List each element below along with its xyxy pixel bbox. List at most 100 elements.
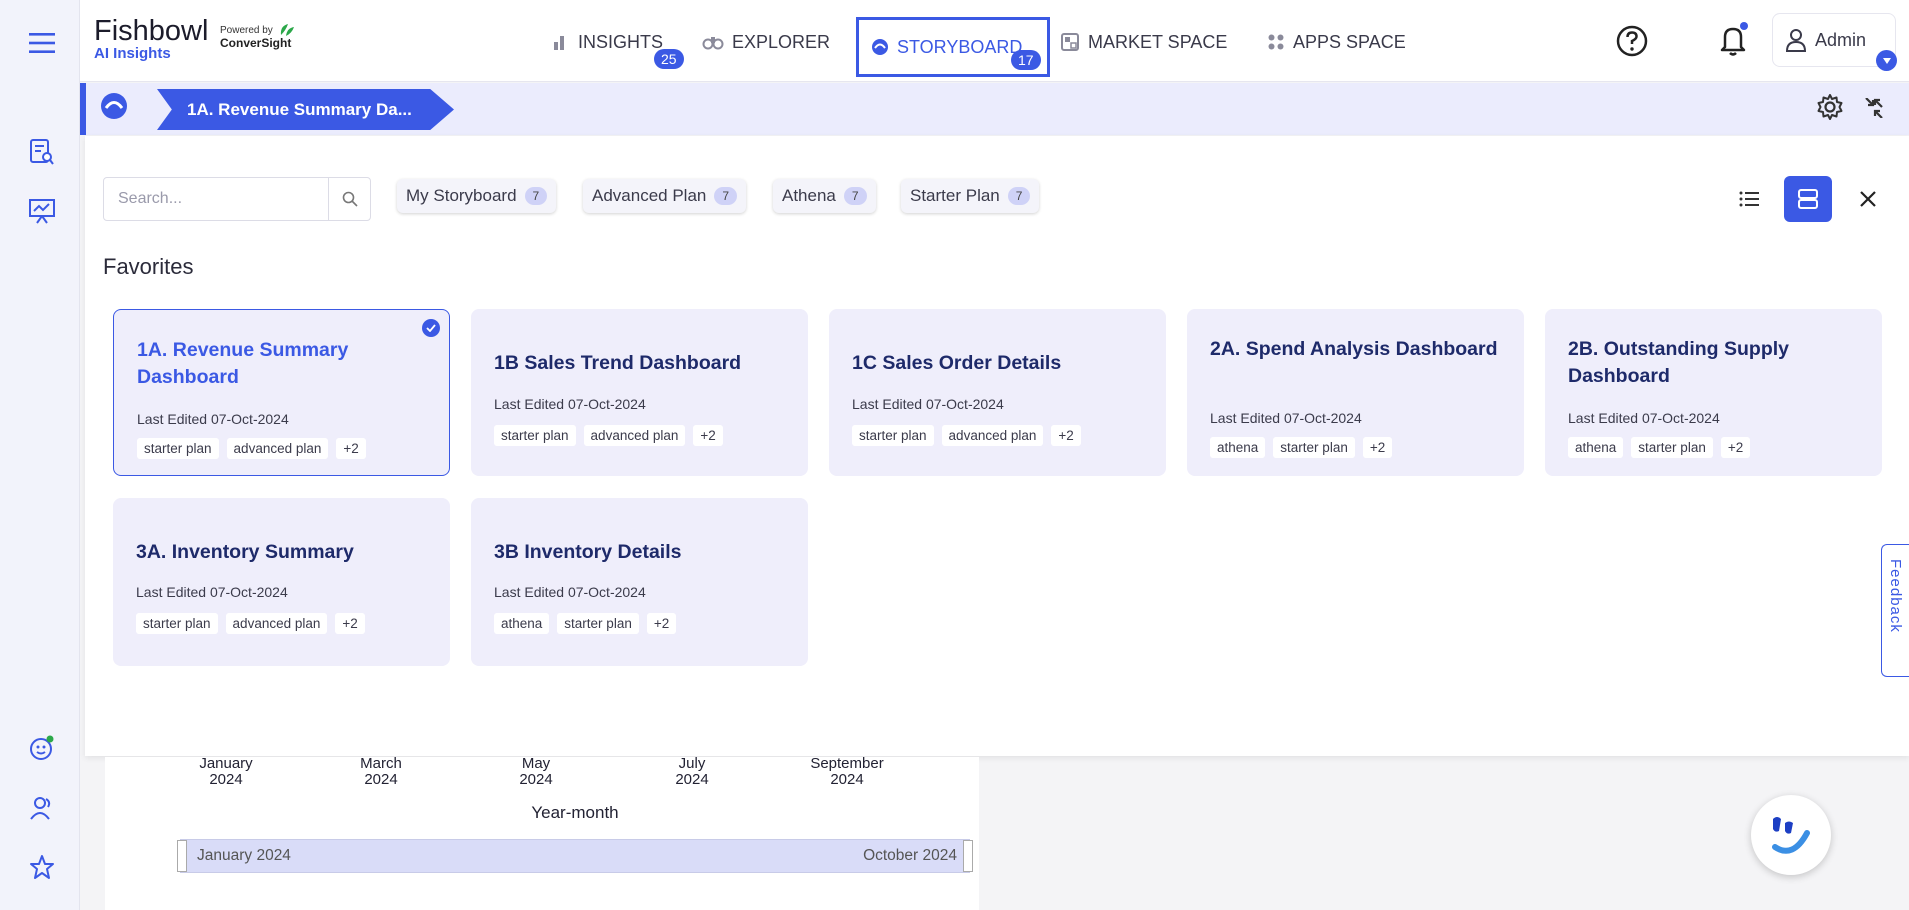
card-tags: athena starter plan +2 [1210,437,1393,458]
help-icon[interactable] [1615,24,1649,63]
card-last-edited: Last Edited 07-Oct-2024 [852,396,1004,412]
brand-name: Fishbowl [94,15,209,47]
nav-apps-label: APPS SPACE [1293,31,1406,52]
card-title: 1A. Revenue Summary Dashboard [137,339,349,388]
market-icon [1061,33,1079,51]
tag: starter plan [494,425,576,446]
storyboard-card[interactable]: 2A. Spend Analysis Dashboard Last Edited… [1187,309,1524,476]
tag: athena [494,613,550,634]
x-tick-label: July 2024 [675,755,709,788]
card-tags: starter plan advanced plan +2 [494,425,723,446]
grid-view-button[interactable] [1784,176,1832,222]
nav-apps-space[interactable]: APPS SPACE [1267,19,1406,65]
assistant-face-icon [1772,817,1810,854]
storyboard-card[interactable]: 1A. Revenue Summary Dashboard Last Edite… [113,309,450,476]
user-icon [1785,29,1807,52]
chip-label: Advanced Plan [592,186,707,205]
nav-explorer[interactable]: EXPLORER [702,19,830,65]
x-tick-label: March 2024 [360,755,402,788]
apps-grid-icon [1268,34,1284,50]
storyboard-card[interactable]: 1B Sales Trend Dashboard Last Edited 07-… [471,309,808,476]
hamburger-menu-icon[interactable] [26,27,58,59]
storyboard-badge-icon [100,92,128,125]
chip-label: My Storyboard [406,186,517,205]
search-button[interactable] [328,178,370,220]
filter-chip-athena[interactable]: Athena 7 [773,179,876,213]
tag-more[interactable]: +2 [335,613,365,634]
slider-handle-end[interactable] [963,840,973,872]
list-view-button[interactable] [1726,176,1774,222]
storyboard-card[interactable]: 1C Sales Order Details Last Edited 07-Oc… [829,309,1166,476]
tag-more[interactable]: +2 [1362,437,1393,458]
tag: athena [1568,437,1624,458]
powered-by: Powered by ConverSight [220,24,294,49]
card-last-edited: Last Edited 07-Oct-2024 [1568,410,1720,426]
chip-label: Starter Plan [910,186,1000,205]
close-button[interactable] [1844,176,1892,222]
card-title: 1C Sales Order Details [852,352,1062,374]
nav-market-space[interactable]: MARKET SPACE [1060,19,1227,65]
tag: starter plan [557,613,639,634]
collapse-icon[interactable] [1864,97,1884,123]
settings-gear-icon[interactable] [1815,92,1845,127]
filter-chip-starter-plan[interactable]: Starter Plan 7 [901,179,1040,213]
x-tick-label: May 2024 [519,755,553,788]
chip-count: 7 [843,187,867,205]
chip-count: 7 [1007,187,1031,205]
date-range-slider[interactable]: January 2024 October 2024 [177,839,973,873]
presentation-chart-icon[interactable] [26,195,58,227]
chip-count: 7 [524,187,548,205]
selected-check-icon [422,319,440,337]
tag: advanced plan [583,425,686,446]
conversight-logo-icon [280,24,294,36]
card-last-edited: Last Edited 07-Oct-2024 [137,411,289,427]
chip-label: Athena [782,186,836,205]
tag-more[interactable]: +2 [1720,437,1751,458]
tag: starter plan [852,425,934,446]
app-logo[interactable]: Fishbowl AI Insights [94,16,208,62]
storyboard-card[interactable]: 2B. Outstanding Supply Dashboard Last Ed… [1545,309,1882,476]
slider-handle-start[interactable] [177,840,187,872]
card-title: 1B Sales Trend Dashboard [494,352,742,374]
report-search-icon[interactable] [26,136,58,168]
card-view-icon [1798,189,1818,209]
search-box[interactable]: Search... [103,177,371,221]
binoculars-icon [702,37,724,50]
card-title: 2B. Outstanding Supply Dashboard [1568,338,1790,387]
star-icon[interactable] [26,851,58,883]
card-tags: athena starter plan +2 [1568,437,1751,458]
nav-market-label: MARKET SPACE [1088,31,1228,52]
card-last-edited: Last Edited 07-Oct-2024 [136,584,288,600]
card-tags: athena starter plan +2 [494,613,677,634]
nav-storyboard-label: STORYBOARD [897,36,1023,57]
tag-more[interactable]: +2 [693,425,723,446]
nav-insights-label: INSIGHTS [578,31,664,52]
tag: starter plan [136,613,218,634]
x-tick-label: September 2024 [810,755,884,788]
tag: athena [1210,437,1266,458]
chat-assistant-button[interactable] [1751,795,1831,875]
filter-chip-my-storyboard[interactable]: My Storyboard 7 [397,179,557,213]
users-icon[interactable] [26,792,58,824]
storyboard-card[interactable]: 3B Inventory Details Last Edited 07-Oct-… [471,498,808,666]
tag-more[interactable]: +2 [336,438,366,459]
search-input[interactable]: Search... [118,190,182,208]
user-dropdown-chevron-icon[interactable] [1876,50,1897,71]
card-last-edited: Last Edited 07-Oct-2024 [494,396,646,412]
chip-count: 7 [714,187,738,205]
tag-more[interactable]: +2 [1051,425,1081,446]
nav-storyboard[interactable]: STORYBOARD 17 [856,17,1050,77]
notification-bell-icon[interactable] [1716,22,1750,63]
assistant-bot-icon[interactable] [26,732,58,764]
feedback-tab[interactable]: Feedback [1881,544,1909,677]
search-icon [342,191,358,207]
brand-product: AI Insights [94,45,171,62]
filter-chip-advanced-plan[interactable]: Advanced Plan 7 [583,179,747,213]
tag: starter plan [1273,437,1355,458]
card-title: 3A. Inventory Summary [136,541,354,563]
tag-more[interactable]: +2 [646,613,677,634]
storyboard-badge: 17 [1011,50,1041,70]
breadcrumb[interactable]: 1A. Revenue Summary Da... [157,89,454,130]
storyboard-card[interactable]: 3A. Inventory Summary Last Edited 07-Oct… [113,498,450,666]
nav-insights[interactable]: INSIGHTS 25 [552,19,684,69]
